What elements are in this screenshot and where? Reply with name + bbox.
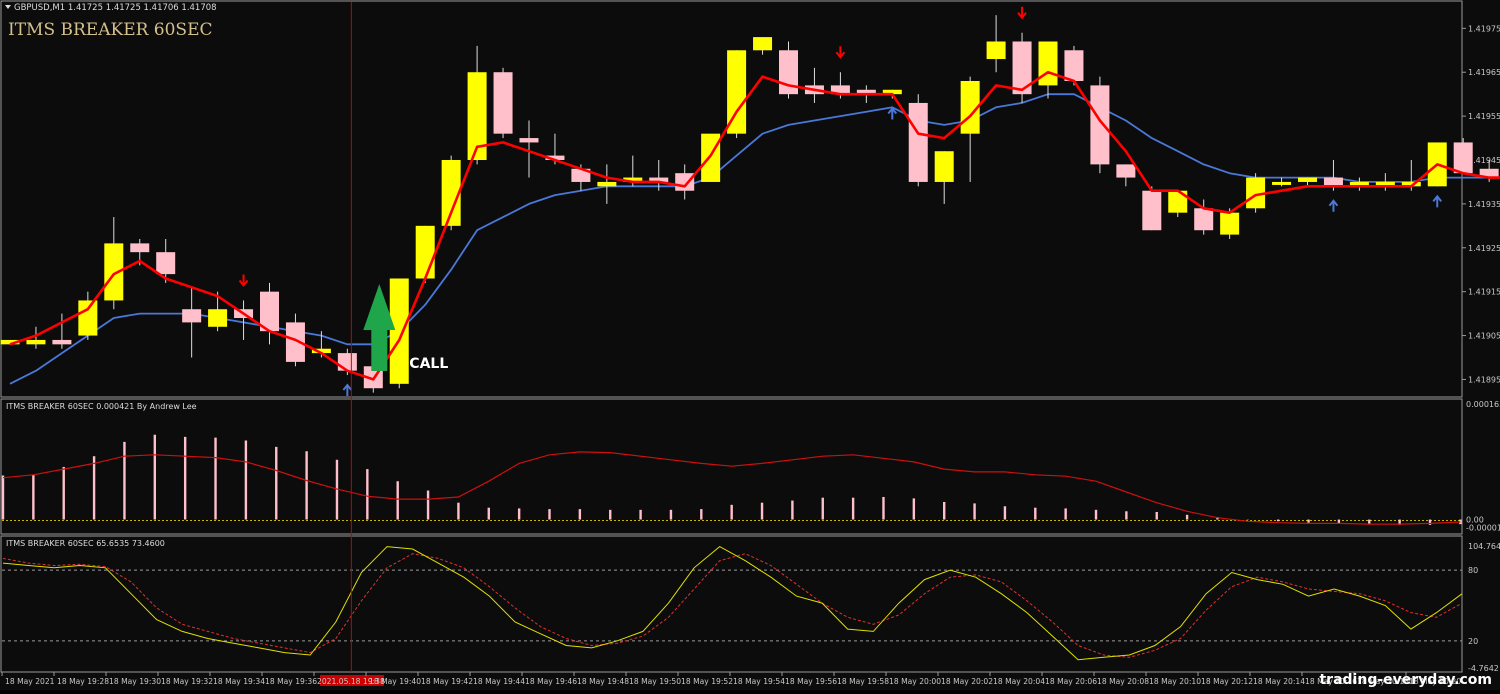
candle-bear: [1194, 208, 1213, 230]
time-tick-label: 18 May 20:06: [1045, 677, 1097, 686]
candle-bear: [182, 309, 201, 322]
candle-bear: [1090, 85, 1109, 164]
price-tick-label: 1.41915: [1468, 288, 1500, 297]
candle-bear: [675, 173, 694, 191]
price-tick-label: 1.41895: [1468, 375, 1500, 384]
symbol-header: GBPUSD,M1 1.41725 1.41725 1.41706 1.4170…: [14, 3, 217, 13]
chart-canvas[interactable]: GBPUSD,M1 1.41725 1.41725 1.41706 1.4170…: [0, 0, 1500, 690]
time-tick-label: 18 May 20:12: [1201, 677, 1253, 686]
histogram-axis-label: 0.000163: [1466, 400, 1500, 409]
stochastic-axis-label: 80: [1468, 566, 1478, 575]
price-tick-label: 1.41975: [1468, 24, 1500, 33]
candle-bear: [1064, 50, 1083, 81]
stochastic-axis-label: 20: [1468, 637, 1478, 646]
price-tick-label: 1.41945: [1468, 156, 1500, 165]
indicator-title: ITMS BREAKER 60SEC: [8, 20, 213, 40]
time-tick-label: 18 May 19:56: [785, 677, 837, 686]
time-tick-label: 18 May 19:42: [421, 677, 473, 686]
candle-bull: [1039, 42, 1058, 86]
time-tick-label: 18 May 19:58: [837, 677, 889, 686]
candle-bull: [26, 340, 45, 344]
candle-bear: [1142, 191, 1161, 231]
candle-bull: [416, 226, 435, 279]
watermark: trading-everyday.com: [1319, 672, 1492, 688]
time-tick-label: 18 May 20:02: [941, 677, 993, 686]
candle-bear: [156, 252, 175, 274]
time-tick-label: 18 May 20:04: [993, 677, 1045, 686]
trading-chart-window[interactable]: GBPUSD,M1 1.41725 1.41725 1.41706 1.4170…: [0, 0, 1500, 690]
call-label: CALL: [409, 356, 448, 372]
time-tick-label: 18 May 19:52: [681, 677, 733, 686]
candle-bear: [520, 138, 539, 142]
time-tick-label: 18 May 20:10: [1149, 677, 1201, 686]
stochastic-panel-label: ITMS BREAKER 60SEC 65.6535 73.4600: [6, 539, 165, 548]
price-tick-label: 1.41935: [1468, 200, 1500, 209]
time-tick-label: 18 May 19:32: [161, 677, 213, 686]
candle-bull: [753, 37, 772, 50]
candle-bull: [390, 279, 409, 384]
time-tick-label: 18 May 19:50: [629, 677, 681, 686]
stochastic-axis-label: 104.7642: [1468, 542, 1500, 551]
time-tick-label: 18 May 19:28: [57, 677, 109, 686]
candle-bull: [987, 42, 1006, 60]
candle-bull: [1272, 182, 1291, 185]
candle-bear: [494, 72, 513, 133]
time-tick-label: 18 May 19:44: [473, 677, 525, 686]
time-tick-label: 18 May 19:36: [265, 677, 317, 686]
candle-bear: [1454, 142, 1473, 173]
candle-bull: [935, 151, 954, 182]
time-tick-label: 18 May 20:08: [1097, 677, 1149, 686]
time-tick-label: 18 May 19:54: [733, 677, 785, 686]
time-tick-label: 18 May 19:40: [369, 677, 421, 686]
candle-bull: [78, 300, 97, 335]
candle-bear: [1116, 164, 1135, 177]
candle-bull: [701, 134, 720, 182]
candle-bear: [338, 353, 357, 371]
time-tick-label: 18 May 19:46: [525, 677, 577, 686]
candle-bull: [1298, 178, 1317, 182]
candle-bear: [52, 340, 71, 344]
candle-bull: [208, 309, 227, 327]
price-tick-label: 1.41965: [1468, 68, 1500, 77]
candle-bull: [1220, 213, 1239, 235]
candle-bull: [597, 182, 616, 186]
price-tick-label: 1.41905: [1468, 332, 1500, 341]
price-tick-label: 1.41925: [1468, 244, 1500, 253]
time-tick-label: 18 May 2021: [5, 677, 55, 686]
histogram-axis-label: -0.000016: [1466, 524, 1500, 533]
candle-bear: [909, 103, 928, 182]
time-tick-label: 18 May 19:30: [109, 677, 161, 686]
time-tick-label: 18 May 20:14: [1253, 677, 1305, 686]
chart-background: [0, 0, 1500, 690]
price-tick-label: 1.41955: [1468, 112, 1500, 121]
candle-bear: [130, 243, 149, 252]
time-tick-label: 18 May 19:48: [577, 677, 629, 686]
histogram-panel-label: ITMS BREAKER 60SEC 0.000421 By Andrew Le…: [6, 402, 197, 411]
time-tick-label: 18 May 19:34: [213, 677, 265, 686]
time-tick-label: 18 May 20:00: [889, 677, 941, 686]
